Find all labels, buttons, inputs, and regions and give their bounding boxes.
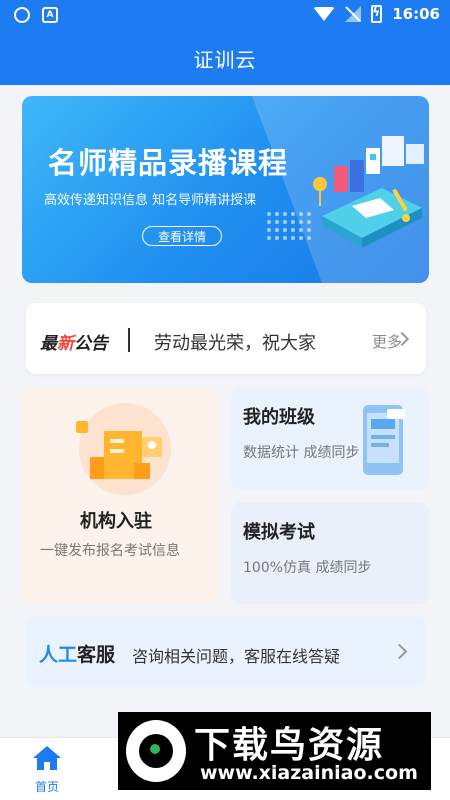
announcement-text: 劳动最光荣，祝大家	[154, 333, 316, 354]
my-class-subtitle: 数据统计 成绩同步	[243, 445, 360, 461]
my-class-title: 我的班级	[243, 407, 315, 428]
announcement-bar[interactable]: 最新公告 劳动最光荣，祝大家 更多	[26, 303, 426, 374]
watermark-url: www.xiazainiao.com	[200, 762, 418, 784]
no-signal-icon	[345, 6, 362, 22]
course-banner[interactable]: 名师精品录播课程 高效传递知识信息 知名导师精讲授课 查看详情	[22, 96, 429, 283]
home-icon	[33, 746, 61, 770]
watermark-text: 下载鸟资源	[194, 725, 385, 766]
app-header: 证训云	[0, 32, 450, 85]
org-join-subtitle: 一键发布报名考试信息	[40, 543, 180, 559]
customer-service-text: 咨询相关问题，客服在线答疑	[132, 647, 341, 666]
customer-service-bar[interactable]: 人工客服 咨询相关问题，客服在线答疑	[26, 616, 426, 687]
tab-home[interactable]: 首页	[22, 744, 72, 795]
banner-subtitle: 高效传递知识信息 知名导师精讲授课	[44, 193, 257, 208]
announcement-label: 最新公告	[40, 334, 108, 354]
watermark: 下载鸟资源 www.xiazainiao.com	[118, 712, 431, 790]
mock-exam-title: 模拟考试	[243, 522, 315, 543]
chevron-right-icon	[391, 643, 408, 660]
building-icon	[76, 403, 171, 495]
page-title: 证训云	[193, 48, 257, 72]
org-join-title: 机构入驻	[80, 511, 152, 532]
a-icon: A	[42, 7, 58, 23]
divider	[128, 328, 130, 352]
my-class-card[interactable]: 我的班级 数据统计 成绩同步	[231, 387, 429, 490]
mock-exam-card[interactable]: 模拟考试 100%仿真 成绩同步	[231, 502, 429, 604]
status-time: 16:06	[392, 5, 440, 23]
phone-chart-icon	[363, 405, 405, 475]
shield-icon	[14, 7, 30, 23]
mock-exam-subtitle: 100%仿真 成绩同步	[243, 560, 372, 576]
status-bar: A 16:06	[0, 0, 450, 32]
battery-charging-icon	[371, 5, 383, 23]
customer-service-label: 人工客服	[39, 644, 116, 666]
wifi-icon	[313, 7, 336, 21]
banner-title: 名师精品录播课程	[48, 146, 289, 180]
org-join-card[interactable]: 机构入驻 一键发布报名考试信息	[22, 387, 218, 604]
bird-logo-icon	[126, 720, 186, 782]
view-details-button[interactable]: 查看详情	[142, 226, 222, 246]
tab-home-label: 首页	[34, 780, 59, 794]
